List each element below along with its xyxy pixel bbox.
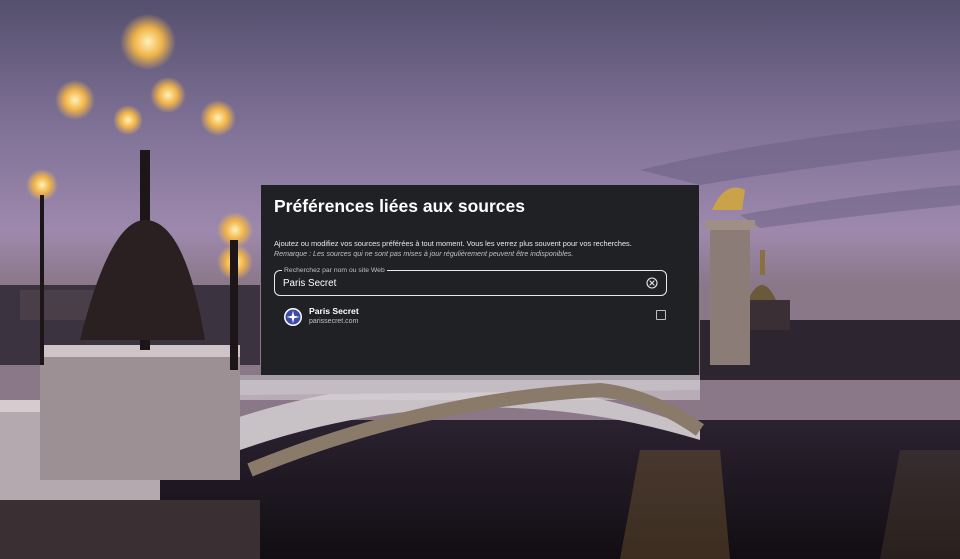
page: Préférences liées aux sources Ajoutez ou… (0, 0, 960, 559)
source-search-label: Recherchez par nom ou site Web (282, 266, 387, 275)
source-search-input[interactable] (283, 276, 633, 290)
paris-secret-favicon (284, 308, 302, 326)
dialog-note: Remarque : Les sources qui ne sont pas m… (274, 250, 574, 258)
source-search-field[interactable]: Recherchez par nom ou site Web (274, 266, 667, 296)
clear-circle-icon[interactable] (646, 277, 658, 289)
dialog-description: Ajoutez ou modifiez vos sources préférée… (274, 239, 632, 248)
result-name: Paris Secret (309, 306, 359, 316)
dialog-title: Préférences liées aux sources (274, 196, 525, 216)
result-checkbox[interactable] (656, 310, 666, 320)
source-preferences-dialog: Préférences liées aux sources Ajoutez ou… (261, 185, 699, 375)
result-url: parissecret.com (309, 318, 359, 325)
list-item[interactable]: Paris Secret parissecret.com (274, 303, 686, 329)
